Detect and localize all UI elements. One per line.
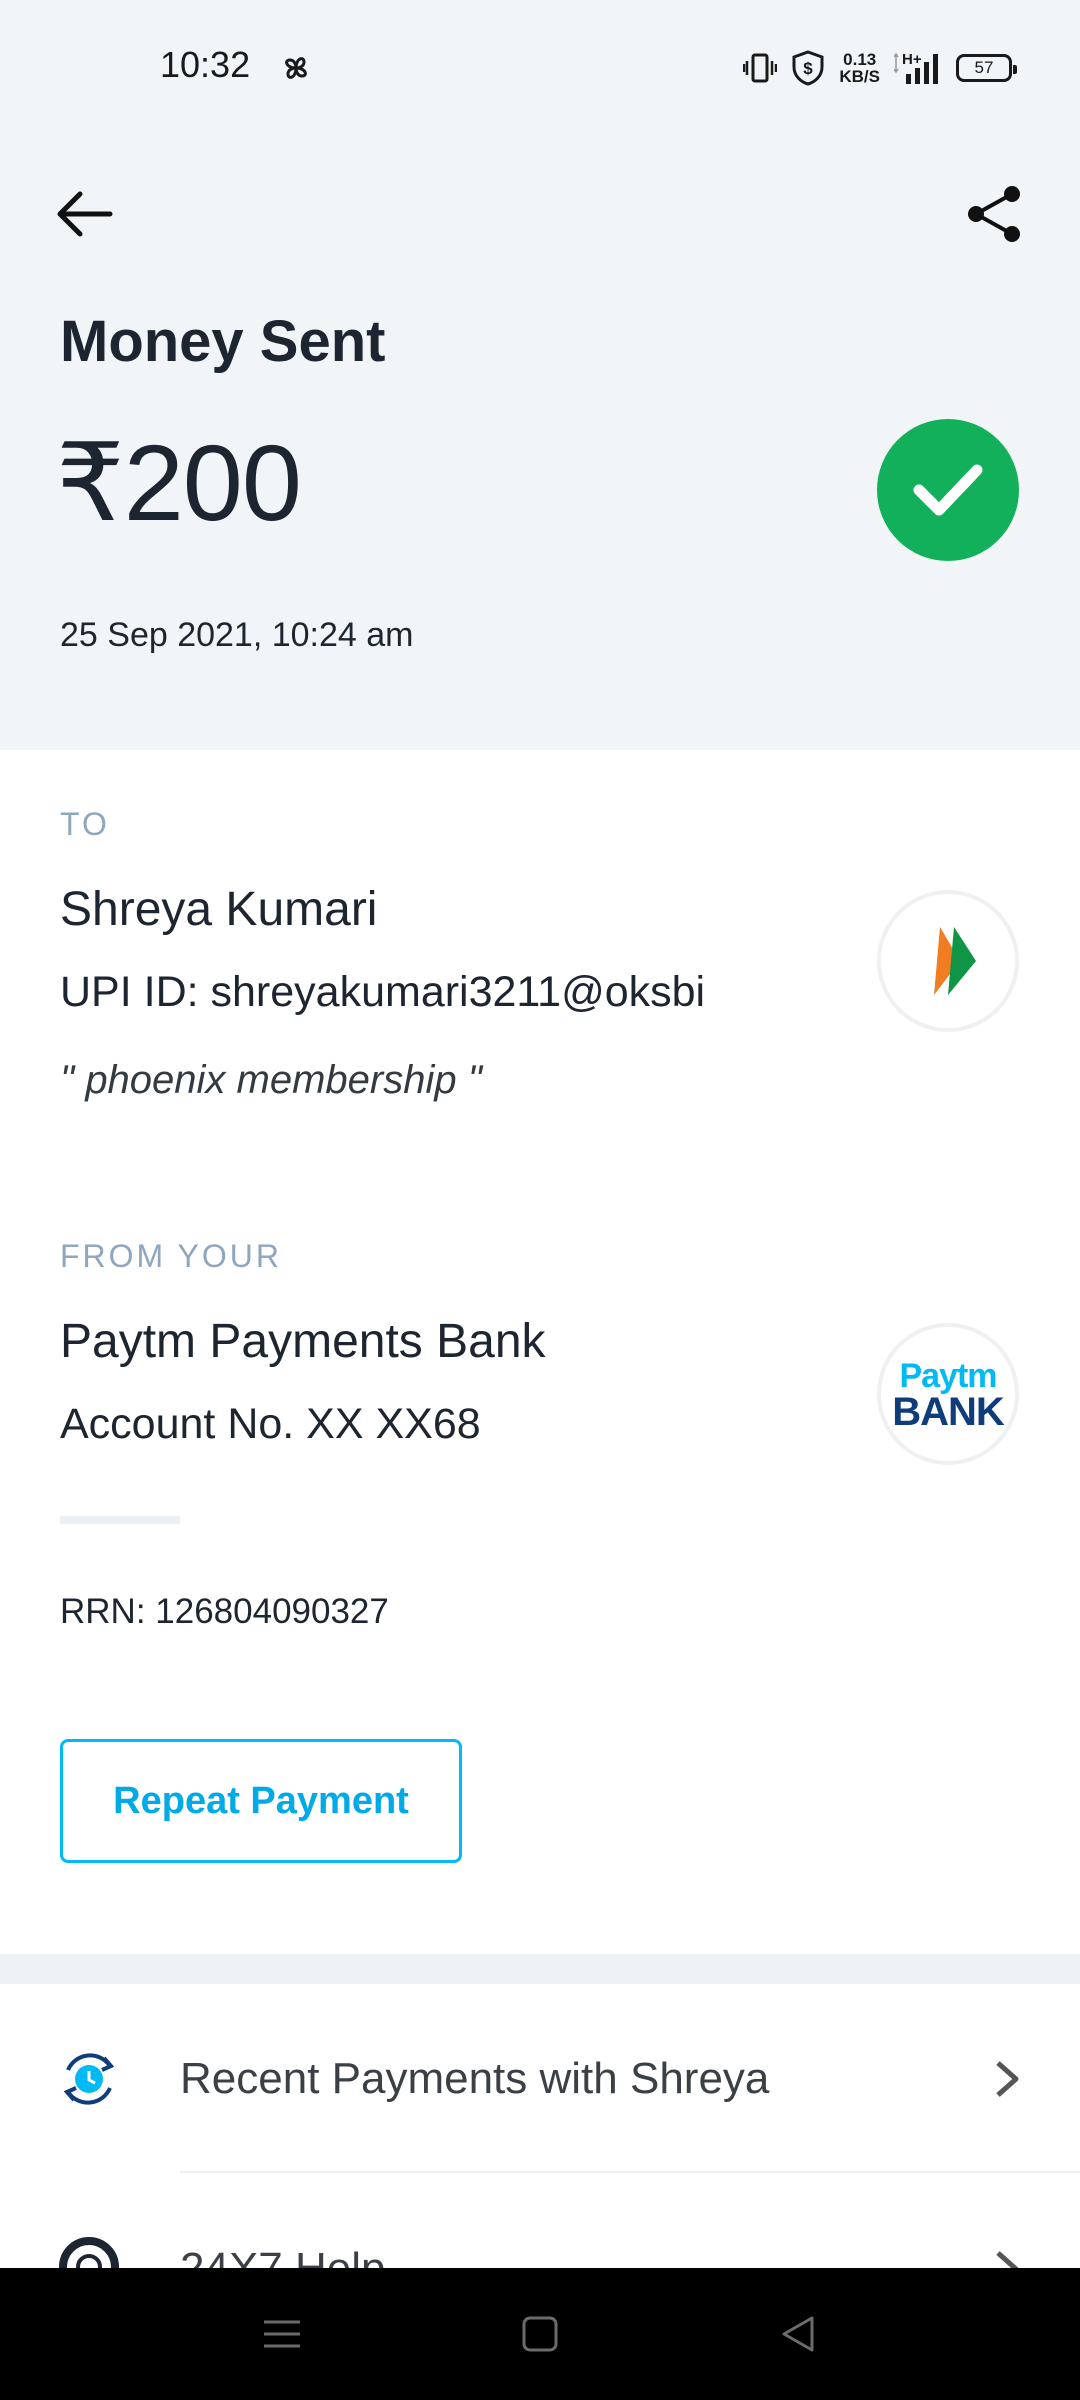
section-separator (0, 1954, 1080, 1984)
recipient-upi-id: UPI ID: shreyakumari3211@oksbi (60, 968, 706, 1016)
payment-header: Money Sent ₹200 25 Sep 2021, 10:24 am (0, 140, 1080, 750)
recent-payments-icon (63, 2053, 115, 2105)
menu-nav-icon[interactable] (246, 2298, 318, 2370)
system-navigation-bar (0, 2268, 1080, 2400)
back-arrow-icon[interactable] (52, 182, 116, 246)
status-bar: 10:32 $ 0.13 KB/S H+ 57 (0, 0, 1080, 140)
mobile-signal-icon: H+ (894, 51, 938, 84)
paytm-logo-text: Paytm (899, 1357, 997, 1395)
svg-text:$: $ (804, 59, 814, 78)
network-type-label: H+ (902, 51, 922, 68)
amount: ₹200 (56, 422, 302, 543)
row-divider (180, 2171, 1080, 2173)
recent-payments-label: Recent Payments with Shreya (180, 2054, 770, 2103)
network-speed: 0.13 KB/S (839, 51, 880, 85)
pinwheel-icon (285, 57, 307, 79)
rrn-number: RRN: 126804090327 (60, 1592, 389, 1631)
upi-logo-icon (877, 890, 1019, 1032)
to-label: TO (60, 806, 110, 842)
battery-level: 57 (974, 58, 994, 77)
paytm-bank-logo: Paytm BANK (877, 1323, 1019, 1465)
divider (60, 1516, 180, 1524)
success-check-icon (877, 419, 1019, 561)
security-shield-icon: $ (792, 50, 824, 86)
network-speed-unit: KB/S (839, 67, 880, 86)
share-icon[interactable] (962, 182, 1026, 246)
page-title: Money Sent (60, 309, 386, 374)
from-label: FROM YOUR (60, 1238, 282, 1274)
screen: 10:32 $ 0.13 KB/S H+ 57 Money Sent ₹200 … (0, 0, 1080, 2400)
repeat-payment-button[interactable]: Repeat Payment (60, 1739, 462, 1863)
back-nav-icon[interactable] (762, 2298, 834, 2370)
network-speed-value: 0.13 (843, 50, 877, 69)
status-time: 10:32 (160, 44, 251, 85)
recipient-name: Shreya Kumari (60, 883, 378, 936)
vibrate-icon (743, 53, 778, 83)
chevron-right-icon (996, 2061, 1019, 2097)
bank-name: Paytm Payments Bank (60, 1315, 546, 1368)
payment-note: " phoenix membership " (60, 1058, 482, 1102)
transaction-datetime: 25 Sep 2021, 10:24 am (60, 616, 414, 654)
recent-payments-row[interactable]: Recent Payments with Shreya (0, 1984, 1080, 2174)
status-icons: $ 0.13 KB/S H+ 57 (743, 46, 1017, 90)
account-number: Account No. XX XX68 (60, 1400, 481, 1448)
home-nav-icon[interactable] (504, 2298, 576, 2370)
battery-icon: 57 (956, 54, 1017, 82)
bank-logo-text: BANK (892, 1390, 1005, 1434)
